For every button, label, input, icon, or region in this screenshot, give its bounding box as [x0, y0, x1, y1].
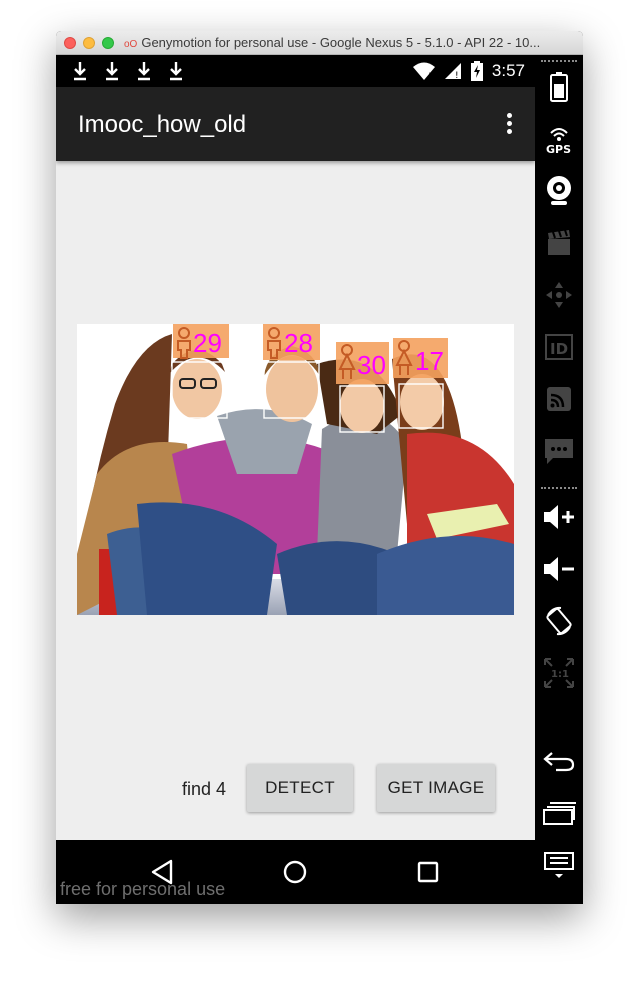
- download-icon: [138, 62, 150, 81]
- detected-faces-photo: 29 28 30 17: [77, 324, 514, 615]
- app-bar: Imooc_how_old: [56, 87, 535, 161]
- age-badge: 30: [336, 342, 389, 384]
- face-count-label: find 4: [182, 779, 227, 799]
- back-icon[interactable]: [541, 743, 577, 779]
- download-icon: [74, 62, 86, 81]
- action-row: find 4 DETECT GET IMAGE: [56, 763, 535, 813]
- age-label: 29: [193, 328, 222, 358]
- detect-button[interactable]: DETECT: [247, 764, 353, 812]
- sms-icon[interactable]: [541, 433, 577, 469]
- age-label: 28: [284, 328, 313, 358]
- rotate-icon[interactable]: [541, 603, 577, 639]
- battery-charging-icon: [470, 61, 483, 81]
- status-clock: 3:57: [491, 61, 525, 80]
- cast-icon[interactable]: [541, 381, 577, 417]
- close-window-button[interactable]: [64, 37, 76, 49]
- menu-icon[interactable]: [541, 847, 577, 883]
- battery-icon[interactable]: [541, 69, 577, 105]
- gps-icon[interactable]: GPS: [541, 121, 577, 157]
- app-title: Imooc_how_old: [78, 111, 247, 138]
- age-label: 17: [415, 346, 444, 376]
- recent-apps-icon[interactable]: [541, 795, 577, 831]
- window-title: oO Genymotion for personal use - Google N…: [124, 35, 541, 50]
- volume-down-icon[interactable]: [541, 551, 577, 587]
- status-bar: ! ! 3:57: [56, 55, 535, 87]
- watermark-text: free for personal use: [60, 879, 226, 899]
- overflow-menu-icon[interactable]: [505, 113, 513, 137]
- volume-up-icon[interactable]: [541, 499, 577, 535]
- navigation-bar: free for personal use: [56, 840, 535, 904]
- screencast-icon[interactable]: [541, 225, 577, 261]
- download-icon: [106, 62, 118, 81]
- age-badge: 29: [173, 324, 229, 359]
- age-badge: 17: [393, 338, 448, 378]
- webcam-icon[interactable]: [541, 173, 577, 209]
- emulator-window: oO Genymotion for personal use - Google N…: [56, 31, 583, 904]
- wifi-icon: !: [412, 62, 435, 80]
- age-badge: 28: [263, 324, 320, 360]
- device-id-icon[interactable]: ID: [541, 329, 577, 365]
- pixel-perfect-label: 1:1: [551, 669, 569, 680]
- minimize-window-button[interactable]: [83, 37, 95, 49]
- get-image-button[interactable]: GET IMAGE: [377, 764, 495, 812]
- android-screen: ! ! 3:57 Imooc_how_old 29 28 30 17 find …: [56, 55, 535, 904]
- home-icon[interactable]: [275, 854, 315, 890]
- gps-label: GPS: [546, 143, 571, 154]
- svg-text:ID: ID: [550, 340, 568, 358]
- dpad-icon[interactable]: [541, 277, 577, 313]
- recents-icon[interactable]: [408, 854, 448, 890]
- download-icon: [170, 62, 182, 81]
- signal-icon: !: [444, 63, 461, 80]
- panel-grip: [541, 487, 577, 493]
- age-label: 30: [357, 350, 386, 380]
- maximize-window-button[interactable]: [102, 37, 114, 49]
- svg-text:!: !: [455, 71, 459, 80]
- emulator-side-panel: GPS ID 1:1: [535, 55, 583, 904]
- window-titlebar: oO Genymotion for personal use - Google N…: [56, 31, 583, 55]
- panel-grip: [541, 60, 577, 66]
- svg-text:!: !: [428, 72, 432, 80]
- pixel-perfect-icon[interactable]: 1:1: [541, 655, 577, 691]
- genymotion-logo-icon: oO: [124, 39, 138, 50]
